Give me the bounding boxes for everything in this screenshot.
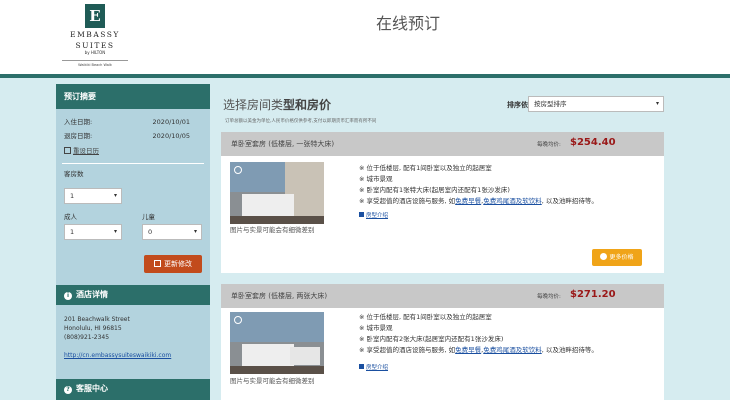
help-icon: ? [64, 386, 72, 394]
page-title: 在线预订 [376, 14, 441, 33]
summary-title: 预订摘要 [56, 84, 210, 109]
logo-divider [62, 60, 128, 61]
free-breakfast-link[interactable]: 免费早餐 [455, 197, 481, 205]
room-amenities: ※ 享受超值的酒店设施与服务, 如免费早餐,免费鸡尾酒及软饮料, 以及池畔招待等… [359, 345, 598, 356]
children-value: 0 [148, 228, 153, 236]
phone-number: (808)921-2345 [64, 334, 110, 341]
photo-window [230, 312, 324, 342]
info-icon: i [64, 292, 72, 300]
zoom-icon[interactable] [234, 316, 242, 324]
room-card: 单卧室套房 (低楼层, 两张大床) 每晚均价: $271.20 图片与实景可能会… [221, 284, 664, 400]
room-photo[interactable] [230, 312, 324, 374]
sidebar-divider [62, 163, 204, 164]
photo-bed-2 [290, 347, 320, 365]
reselect-label: 重设日历 [73, 147, 99, 155]
checkout-value: 2020/10/05 [152, 132, 190, 140]
checkin-row: 入住日期: 2020/10/01 [56, 115, 210, 129]
service-title: 客服中心 [76, 384, 108, 393]
chevron-down-icon: ▾ [113, 228, 117, 235]
free-drinks-link[interactable]: 免费鸡尾酒及软饮料 [483, 197, 542, 205]
more-rates-label: 更多价格 [609, 254, 634, 261]
price-label: 每晚均价: [537, 142, 561, 148]
photo-bed [242, 344, 294, 366]
room-info-label: 房型介绍 [366, 213, 389, 219]
checkin-label: 入住日期: [64, 118, 93, 126]
chevron-down-icon: ▾ [193, 228, 197, 235]
zoom-icon[interactable] [234, 166, 242, 174]
room-info-label: 房型介绍 [366, 365, 389, 371]
amenities-suffix: , 以及池畔招待等。 [541, 197, 598, 205]
section-title-bold: 型和房价 [283, 98, 332, 112]
adults-label: 成人 [64, 213, 77, 221]
room-feature: ※ 城市景观 [359, 175, 393, 183]
calendar-icon [64, 147, 71, 154]
price-label: 每晚均价: [537, 294, 561, 300]
logo-name-line1: EMBASSY [70, 30, 120, 39]
amenities-prefix: ※ 享受超值的酒店设施与服务, 如 [359, 346, 456, 354]
room-info-link[interactable]: 房型介绍 [359, 363, 388, 371]
room-card-header: 单卧室套房 (低楼层, 一张特大床) 每晚均价: $254.40 [221, 132, 664, 156]
checkin-value: 2020/10/01 [152, 118, 190, 126]
logo-by: by HILTON [84, 50, 106, 55]
children-label: 儿童 [142, 213, 155, 221]
sort-value: 按房型排序 [534, 100, 567, 108]
edit-icon [154, 260, 161, 267]
logo-name-line2: SUITES [75, 41, 115, 50]
external-link-icon [359, 212, 364, 217]
room-card: 单卧室套房 (低楼层, 一张特大床) 每晚均价: $254.40 图片与实景可能… [221, 132, 664, 273]
room-feature: ※ 城市景观 [359, 324, 393, 332]
room-card-header: 单卧室套房 (低楼层, 两张大床) 每晚均价: $271.20 [221, 284, 664, 308]
room-feature: ※ 位于低楼层, 配有1间卧室以及独立的起居室 [359, 313, 492, 321]
room-amenities: ※ 享受超值的酒店设施与服务, 如免费早餐,免费鸡尾酒及软饮料, 以及池畔招待等… [359, 196, 598, 207]
section-title-prefix: 选择房间类 [223, 98, 284, 112]
reselect-dates-link[interactable]: 重设日历 [56, 143, 210, 159]
section-title: 选择房间类型和房价 [223, 96, 331, 113]
free-breakfast-link[interactable]: 免费早餐 [455, 346, 481, 354]
room-feature: ※ 卧室内配有1张特大床(起居室内还配有1张沙发床) [359, 186, 510, 194]
adults-select[interactable]: 1 ▾ [64, 224, 122, 240]
checkout-row: 退房日期: 2020/10/05 [56, 129, 210, 143]
amenities-suffix: , 以及池畔招待等。 [541, 346, 598, 354]
photo-caption: 图片与实景可能会有细微差别 [230, 377, 315, 385]
photo-bed [242, 194, 294, 216]
more-rates-button[interactable]: 更多价格 [592, 249, 642, 266]
update-button-label: 更新修改 [164, 260, 192, 268]
update-button[interactable]: 更新修改 [144, 255, 202, 273]
currency-note: 订单总额以美金为单位,人民币价格仅供参考,支付以即期货币汇率而有所不同 [225, 119, 377, 124]
external-link-icon [359, 364, 364, 369]
service-header: ? 客服中心 [56, 379, 210, 400]
main-content: 选择房间类型和房价 订单总额以美金为单位,人民币价格仅供参考,支付以即期货币汇率… [221, 84, 673, 400]
room-price: $254.40 [570, 137, 616, 148]
checkout-label: 退房日期: [64, 132, 93, 140]
rooms-label: 客房数 [64, 170, 84, 178]
plus-circle-icon [600, 253, 608, 260]
room-name: 单卧室套房 (低楼层, 两张大床) [231, 292, 328, 300]
room-photo[interactable] [230, 162, 324, 224]
room-name: 单卧室套房 (低楼层, 一张特大床) [231, 140, 335, 148]
adults-value: 1 [70, 228, 75, 236]
hotel-website-link[interactable]: http://cn.embassysuiteswaikiki.com [64, 352, 171, 359]
photo-caption: 图片与实景可能会有细微差别 [230, 226, 315, 234]
logo-sub: Waikiki Beach Walk [78, 63, 112, 67]
chevron-down-icon: ▾ [113, 192, 117, 199]
photo-floor [230, 216, 324, 224]
room-info-link[interactable]: 房型介绍 [359, 211, 388, 219]
hotel-info-header: i 酒店详情 [56, 285, 210, 305]
sort-select[interactable]: 按房型排序 ▾ [528, 96, 664, 112]
booking-sidebar: 预订摘要 入住日期: 2020/10/01 退房日期: 2020/10/05 重… [56, 84, 210, 400]
logo-mark: E [85, 4, 105, 28]
children-select[interactable]: 0 ▾ [142, 224, 202, 240]
rooms-select[interactable]: 1 ▾ [64, 188, 122, 204]
hotel-logo[interactable]: E EMBASSY SUITES by HILTON Waikiki Beach… [60, 4, 130, 68]
chevron-down-icon: ▾ [655, 100, 659, 107]
room-price: $271.20 [570, 289, 616, 300]
site-header: E EMBASSY SUITES by HILTON Waikiki Beach… [0, 0, 730, 74]
free-drinks-link[interactable]: 免费鸡尾酒及软饮料 [483, 346, 542, 354]
hotel-info-title: 酒店详情 [76, 290, 108, 299]
room-feature: ※ 卧室内配有2张大床(起居室内还配有1张沙发床) [359, 335, 504, 343]
photo-floor [230, 366, 324, 374]
amenities-prefix: ※ 享受超值的酒店设施与服务, 如 [359, 197, 456, 205]
room-feature: ※ 位于低楼层, 配有1间卧室以及独立的起居室 [359, 164, 492, 172]
rooms-value: 1 [70, 192, 75, 200]
